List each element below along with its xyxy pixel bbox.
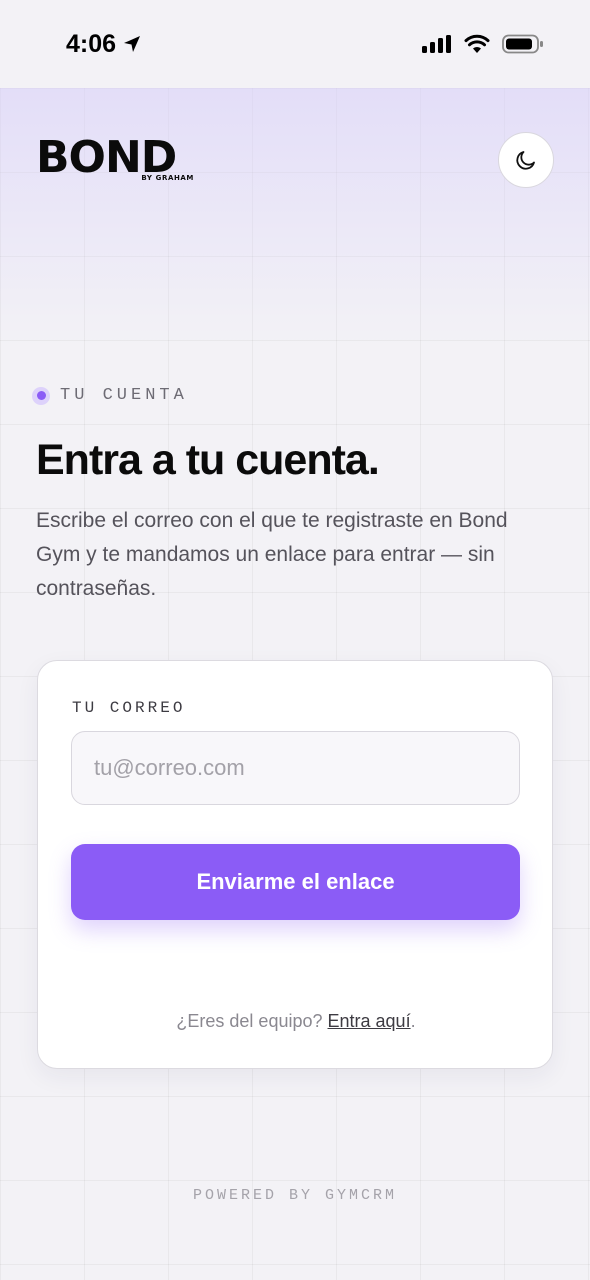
team-login-link[interactable]: Entra aquí: [328, 1011, 411, 1031]
eyebrow-dot-icon: [32, 386, 50, 405]
section-eyebrow: TU CUENTA: [32, 386, 188, 405]
logo-subtext: BY GRAHAM: [141, 174, 194, 182]
bond-logo: BOND BY GRAHAM: [36, 136, 198, 186]
page-title: Entra a tu cuenta.: [36, 436, 380, 484]
email-label: TU CORREO: [72, 699, 186, 717]
powered-by-footer: POWERED BY GYMCRM: [192, 1187, 398, 1204]
status-time-text: 4:06: [66, 29, 117, 58]
status-icons: [422, 34, 544, 54]
team-login-line: ¿Eres del equipo? Entra aquí.: [38, 1011, 554, 1032]
status-time: 4:06: [66, 30, 142, 59]
team-prompt: ¿Eres del equipo?: [176, 1011, 323, 1031]
location-arrow-icon: [124, 36, 141, 52]
status-bar: 4:06: [0, 0, 590, 88]
login-card: TU CORREO Enviarme el enlace ¿Eres del e…: [37, 660, 553, 1069]
battery-icon: [502, 34, 543, 54]
moon-icon: [516, 151, 535, 170]
send-link-button[interactable]: Enviarme el enlace: [71, 844, 520, 920]
email-input[interactable]: [71, 731, 520, 805]
theme-toggle-button[interactable]: [498, 132, 554, 188]
page-subtitle: Escribe el correo con el que te registra…: [36, 509, 508, 600]
header-tint: [0, 88, 590, 348]
wifi-icon: [464, 34, 490, 53]
cellular-signal-icon: [422, 35, 451, 53]
eyebrow-text: TU CUENTA: [60, 386, 188, 405]
team-suffix: .: [410, 1011, 416, 1031]
